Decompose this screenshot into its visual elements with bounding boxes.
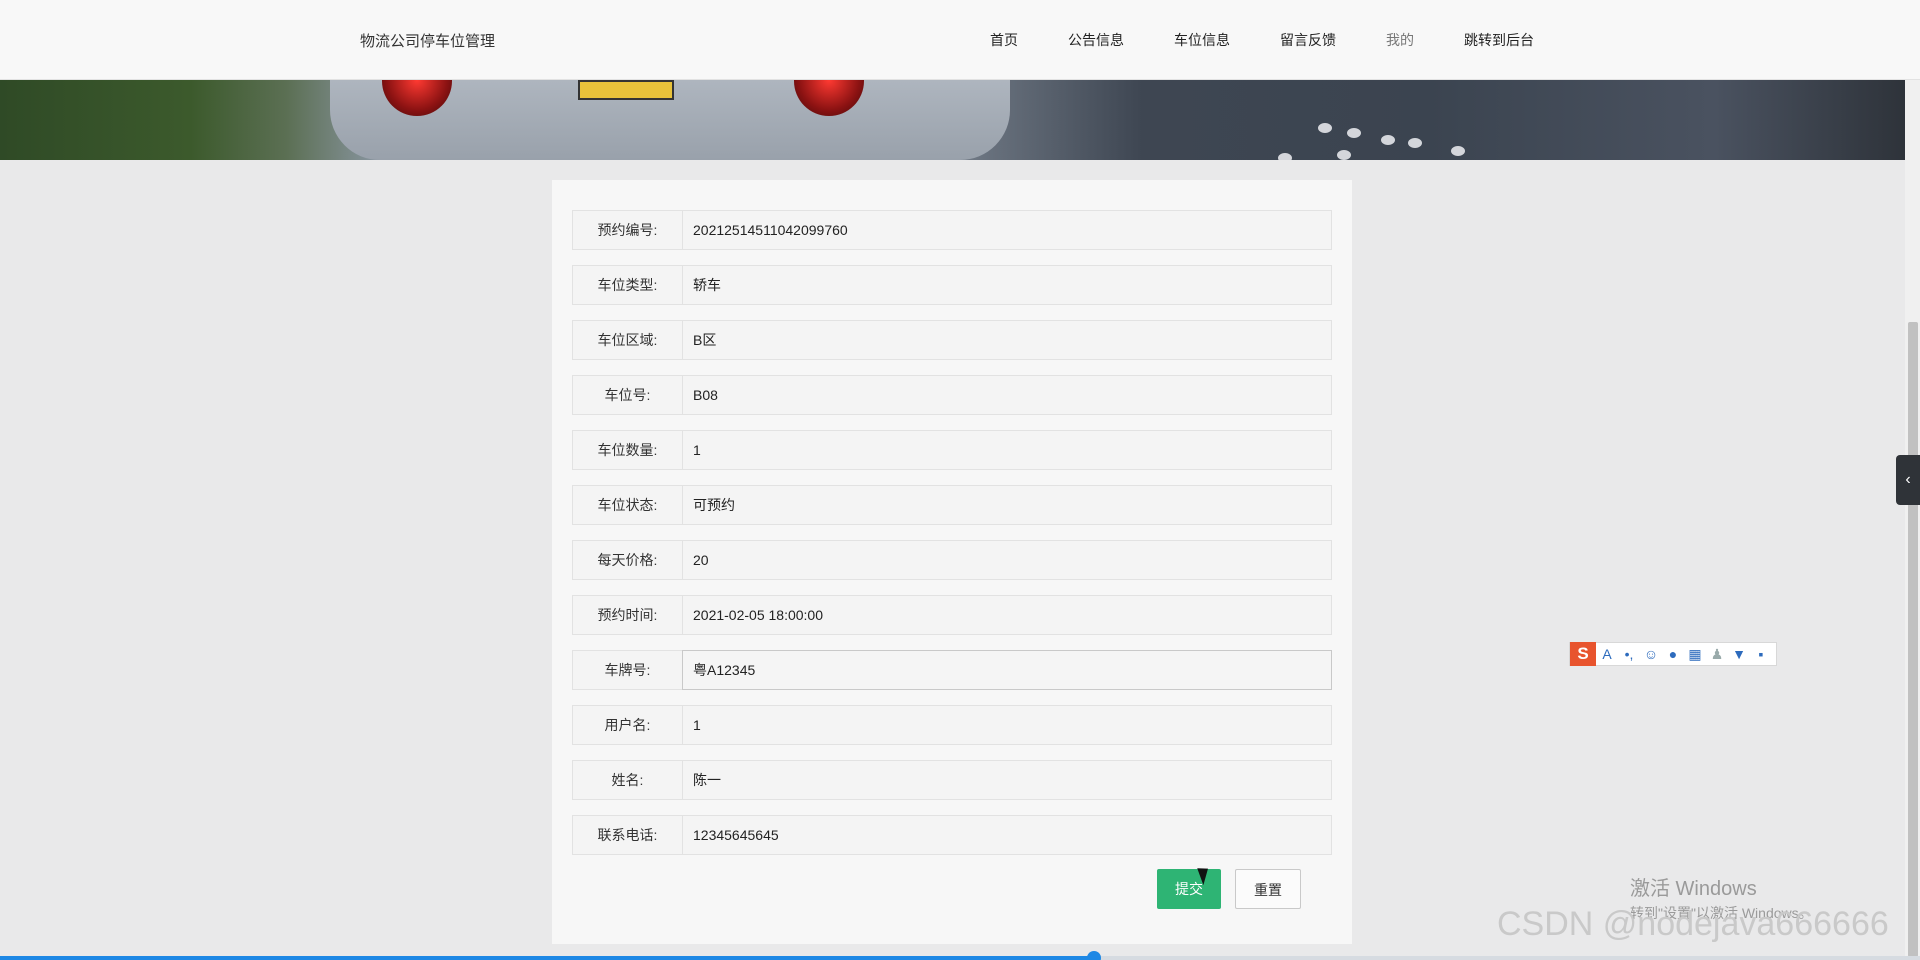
road-light: [1278, 153, 1292, 160]
form-row-booking-number: 预约编号:: [572, 210, 1332, 250]
ime-toolbar: S A •, ☺ ● ▦ ♟ ▼ ▪: [1569, 642, 1777, 666]
road-light: [1347, 128, 1361, 138]
form-row-booking-time: 预约时间:: [572, 595, 1332, 635]
field-label: 用户名:: [572, 705, 682, 745]
emoji-icon[interactable]: ☺: [1640, 646, 1662, 662]
form-row-space-quantity: 车位数量:: [572, 430, 1332, 470]
main-nav: 首页 公告信息 车位信息 留言反馈 我的 跳转到后台: [990, 30, 1584, 50]
csdn-watermark: CSDN @nodejava666666: [1497, 905, 1889, 943]
field-label: 联系电话:: [572, 815, 682, 855]
form-row-username: 用户名:: [572, 705, 1332, 745]
username-input[interactable]: [682, 705, 1332, 745]
side-collapse-tab[interactable]: ‹: [1896, 455, 1920, 505]
form-row-name: 姓名:: [572, 760, 1332, 800]
space-type-input[interactable]: [682, 265, 1332, 305]
text-icon[interactable]: A: [1596, 646, 1618, 662]
user-icon[interactable]: ♟: [1706, 646, 1728, 663]
chevron-left-icon: ‹: [1905, 471, 1911, 488]
nav-parking-info[interactable]: 车位信息: [1174, 30, 1230, 50]
field-label: 车位号:: [572, 375, 682, 415]
banner-image: [0, 80, 1905, 160]
video-progress-knob[interactable]: [1087, 951, 1102, 960]
road-light: [1381, 135, 1395, 145]
scrollbar-thumb[interactable]: [1908, 322, 1918, 957]
plate-number-input[interactable]: [682, 650, 1332, 690]
road-light: [1318, 123, 1332, 133]
field-label: 车位区域:: [572, 320, 682, 360]
booking-form: 预约编号: 车位类型: 车位区域: 车位号: 车位数量: 车位状态: 每天价格:…: [552, 180, 1352, 944]
microphone-icon[interactable]: ●: [1662, 646, 1684, 662]
field-label: 车位类型:: [572, 265, 682, 305]
form-row-phone: 联系电话:: [572, 815, 1332, 855]
nav-admin[interactable]: 跳转到后台: [1464, 30, 1534, 50]
nav-home[interactable]: 首页: [990, 30, 1018, 50]
daily-price-input[interactable]: [682, 540, 1332, 580]
space-area-input[interactable]: [682, 320, 1332, 360]
space-quantity-input[interactable]: [682, 430, 1332, 470]
field-label: 姓名:: [572, 760, 682, 800]
top-navbar: 物流公司停车位管理 首页 公告信息 车位信息 留言反馈 我的 跳转到后台: [0, 0, 1920, 80]
field-label: 预约时间:: [572, 595, 682, 635]
space-status-input[interactable]: [682, 485, 1332, 525]
site-title[interactable]: 物流公司停车位管理: [360, 30, 495, 51]
video-progress-fill: [0, 956, 1095, 960]
punctuation-icon[interactable]: •,: [1618, 646, 1640, 662]
booking-time-input[interactable]: [682, 595, 1332, 635]
toolbox-icon[interactable]: ▪: [1750, 646, 1772, 662]
booking-number-input[interactable]: [682, 210, 1332, 250]
space-number-input[interactable]: [682, 375, 1332, 415]
form-row-space-area: 车位区域:: [572, 320, 1332, 360]
reset-button[interactable]: 重置: [1235, 869, 1301, 909]
nav-feedback[interactable]: 留言反馈: [1280, 30, 1336, 50]
form-row-daily-price: 每天价格:: [572, 540, 1332, 580]
road-light: [1408, 138, 1422, 148]
field-label: 车牌号:: [572, 650, 682, 690]
submit-button[interactable]: 提交: [1157, 869, 1221, 909]
form-row-space-status: 车位状态:: [572, 485, 1332, 525]
form-row-plate-number: 车牌号:: [572, 650, 1332, 690]
license-plate-image: [578, 80, 674, 100]
field-label: 车位状态:: [572, 485, 682, 525]
road-light: [1451, 146, 1465, 156]
road-light: [1337, 150, 1351, 160]
form-row-space-type: 车位类型:: [572, 265, 1332, 305]
activate-title: 激活 Windows: [1630, 878, 1757, 900]
phone-input[interactable]: [682, 815, 1332, 855]
name-input[interactable]: [682, 760, 1332, 800]
form-row-space-number: 车位号:: [572, 375, 1332, 415]
nav-my[interactable]: 我的: [1386, 30, 1414, 50]
nav-announcements[interactable]: 公告信息: [1068, 30, 1124, 50]
skin-icon[interactable]: ▼: [1728, 646, 1750, 662]
field-label: 车位数量:: [572, 430, 682, 470]
field-label: 预约编号:: [572, 210, 682, 250]
field-label: 每天价格:: [572, 540, 682, 580]
ime-logo-icon[interactable]: S: [1570, 642, 1596, 666]
keyboard-icon[interactable]: ▦: [1684, 646, 1706, 663]
